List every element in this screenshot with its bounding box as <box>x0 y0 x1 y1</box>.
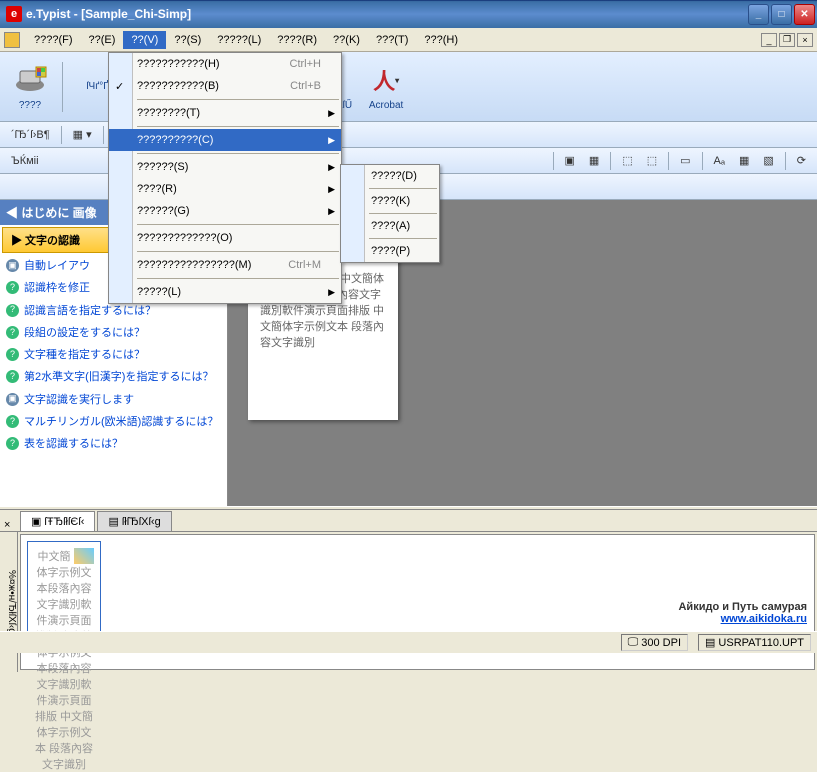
mdi-minimize[interactable]: _ <box>761 33 777 47</box>
menu-item[interactable]: ??????(S)▶ <box>109 156 341 178</box>
close-button[interactable]: ✕ <box>794 4 815 25</box>
menu-item[interactable]: ?????????????(O) <box>109 227 341 249</box>
menu-6[interactable]: ??(K) <box>325 31 368 49</box>
menu-item[interactable]: ??????????(C)▶ <box>109 129 341 151</box>
doc-icon: ▣ <box>31 515 41 528</box>
submenu-arrow-icon: ▶ <box>328 108 335 119</box>
tab-2[interactable]: ▤ſłſЂſXſ‹g <box>97 511 171 531</box>
watermark-link[interactable]: www.aikidoka.ru <box>678 613 807 625</box>
task-item[interactable]: 文字種を指定するには？ <box>0 344 227 366</box>
tool-icon[interactable]: ⟳ <box>792 151 811 170</box>
titlebar: e e.Typist - [Sample_Chi-Simp] _ □ ✕ <box>0 0 817 28</box>
menu-item[interactable]: ????????????????(M)Ctrl+M <box>109 254 341 276</box>
task-item[interactable]: 文字認識を実行します <box>0 389 227 411</box>
minimize-button[interactable]: _ <box>748 4 769 25</box>
submenu-arrow-icon: ▶ <box>328 184 335 195</box>
submenu: ?????(D)????(K)????(A)????(P) <box>340 164 440 263</box>
mdi-close[interactable]: × <box>797 33 813 47</box>
watermark: Айкидо и Путь самурая www.aikidoka.ru <box>678 601 807 625</box>
scan-label: ???? <box>19 100 41 111</box>
menu-item[interactable]: ?????(L)▶ <box>109 281 341 303</box>
task-item[interactable]: 段組の設定をするには？ <box>0 322 227 344</box>
status-file: ▤USRPAT110.UPT <box>698 634 811 651</box>
tool-icon[interactable]: ▦ <box>584 151 604 170</box>
statusbar: 🖵300 DPI ▤USRPAT110.UPT <box>0 631 817 653</box>
menu-item[interactable]: ????????(T)▶ <box>109 102 341 124</box>
menu-7[interactable]: ???(T) <box>368 31 416 49</box>
view-menu-dropdown: ???????????(H)Ctrl+H✓???????????(B)Ctrl+… <box>108 52 342 304</box>
tool-icon[interactable]: ▣ <box>560 151 580 170</box>
menu-2[interactable]: ??(V) <box>123 31 166 49</box>
menu-0[interactable]: ????(F) <box>26 31 81 49</box>
menu-item[interactable]: ??????(G)▶ <box>109 200 341 222</box>
app-acrobat[interactable]: 人 ▾Acrobat <box>362 60 410 113</box>
menu-3[interactable]: ??(S) <box>166 31 209 49</box>
maximize-button[interactable]: □ <box>771 4 792 25</box>
tab-1[interactable]: ▣ſŦЂſłſЄſ‹ <box>20 511 95 531</box>
submenu-arrow-icon: ▶ <box>328 287 335 298</box>
menu-4[interactable]: ?????(L) <box>209 31 269 49</box>
tool-icon[interactable]: Aₐ <box>709 152 730 170</box>
tool-icon[interactable]: ⬚ <box>617 151 637 170</box>
tool-icon[interactable]: ⬚ <box>642 151 662 170</box>
scanner-icon <box>12 62 48 98</box>
tool-label: ´ſЂ´ſ›В¶ <box>6 126 55 144</box>
file-icon: ▤ <box>705 636 715 649</box>
task-item[interactable]: マルチリンガル(欧米語)認識するには？ <box>0 411 227 433</box>
task-item[interactable]: 表を認識するには？ <box>0 433 227 455</box>
close-panel-icon[interactable]: × <box>4 519 10 531</box>
menu-item[interactable]: ????(R)▶ <box>109 178 341 200</box>
tool-icon[interactable]: ▭ <box>675 151 695 170</box>
tool-icon[interactable]: ▦ <box>734 151 754 170</box>
submenu-arrow-icon: ▶ <box>328 135 335 146</box>
check-icon: ✓ <box>115 80 124 93</box>
menu-5[interactable]: ????(R) <box>269 31 325 49</box>
monitor-icon: 🖵 <box>628 636 639 649</box>
doc-icon <box>4 32 20 48</box>
status-dpi: 🖵300 DPI <box>621 634 688 651</box>
submenu-arrow-icon: ▶ <box>328 206 335 217</box>
doc-icon: ▤ <box>108 515 118 528</box>
bottom-tabs: × ▣ſŦЂſłſЄſ‹ ▤ſłſЂſXſ‹g <box>0 510 817 532</box>
window-title: e.Typist - [Sample_Chi-Simp] <box>26 7 748 21</box>
menu-item[interactable]: ✓???????????(B)Ctrl+B <box>109 75 341 97</box>
menubar: ????(F)??(E)??(V)??(S)?????(L)????(R)??(… <box>0 28 817 52</box>
app-icon: e <box>6 6 22 22</box>
menu-8[interactable]: ???(H) <box>416 31 466 49</box>
grid-icon[interactable]: ▦ ▾ <box>68 125 97 144</box>
menu-item[interactable]: ???????????(H)Ctrl+H <box>109 53 341 75</box>
mdi-restore[interactable]: ❐ <box>779 33 795 47</box>
scan-group[interactable]: ???? <box>6 60 54 113</box>
submenu-arrow-icon: ▶ <box>328 162 335 173</box>
task-item[interactable]: 第2水準文字(旧漢字)を指定するには？ <box>0 366 227 388</box>
acrobat-icon: 人 ▾ <box>368 62 404 98</box>
tool-icon[interactable]: ▧ <box>758 151 778 170</box>
menu-1[interactable]: ??(E) <box>81 31 124 49</box>
side-label: ЪЌміі <box>6 152 44 170</box>
